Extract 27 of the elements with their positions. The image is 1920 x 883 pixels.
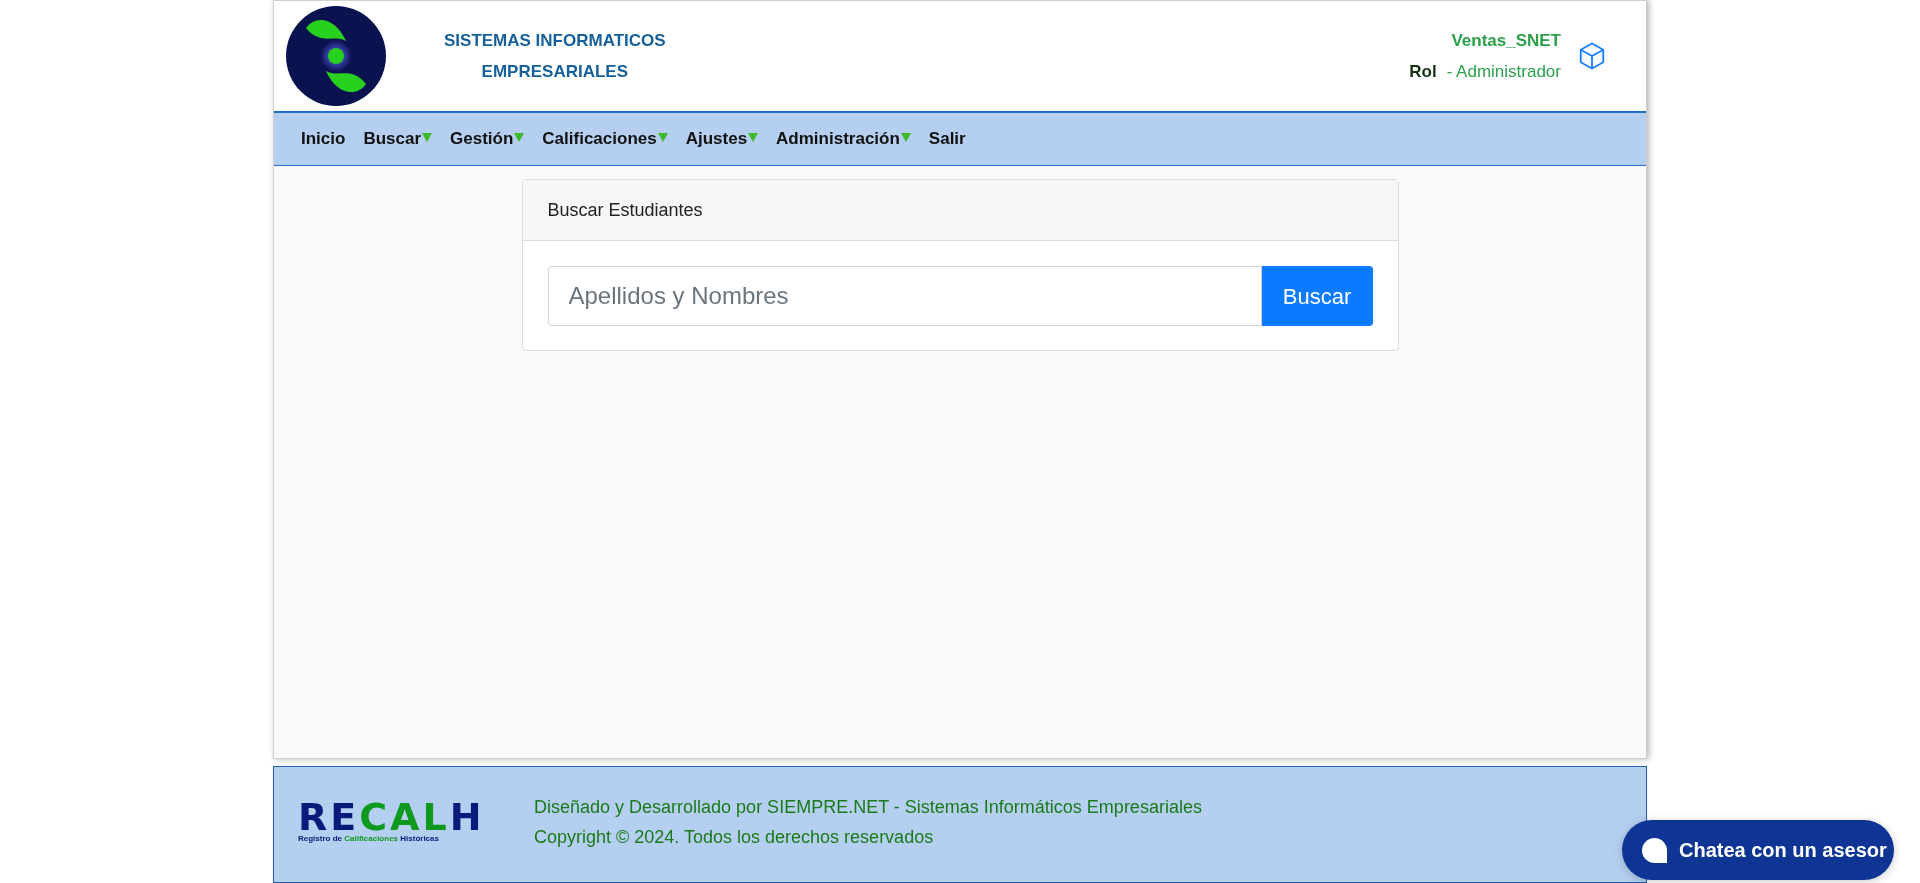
nav-menu-item[interactable]: Salir (928, 126, 966, 152)
chat-button[interactable]: Chatea con un asesor (1622, 820, 1894, 880)
chat-bubble-icon (1642, 837, 1667, 863)
company-name: EMPRESARIALES (481, 61, 629, 83)
caret-icon (748, 132, 759, 142)
search-button[interactable]: Buscar (1261, 266, 1373, 326)
search-field[interactable]: Apellidos y Nombres (547, 266, 1262, 326)
company-name: SISTEMAS INFORMATICOS (444, 30, 666, 52)
caret-icon (514, 132, 525, 142)
nav-menu-item[interactable]: Calificaciones (542, 126, 668, 152)
cube-icon[interactable] (1577, 41, 1607, 71)
logo-subtitle: Registro de Calificaciones Históricas (298, 833, 439, 844)
recalh-logo: RECALH (298, 799, 485, 834)
caret-icon (900, 132, 911, 142)
nav-menu-item[interactable]: Administración (776, 126, 911, 152)
role-label: Rol (1409, 61, 1437, 83)
caret-icon (657, 132, 668, 142)
caret-icon (422, 132, 433, 142)
footer-text: Diseñado y Desarrollado por SIEMPRE.NET - Sistemas Informáticos Empresariales (534, 795, 1202, 819)
nav-menu-item[interactable]: Inicio (301, 126, 346, 152)
username: Ventas_SNET (1451, 30, 1561, 52)
nav-menu-item[interactable]: Ajustes (685, 126, 759, 152)
nav-menu-item[interactable]: Buscar (363, 126, 433, 152)
nav-menu-item[interactable]: Gestión (450, 126, 525, 152)
footer-text: Copyright © 2024. Todos los derechos reservados (534, 825, 935, 849)
card-title: Buscar Estudiantes (547, 198, 703, 222)
role-value: - Administrador (1446, 61, 1561, 83)
